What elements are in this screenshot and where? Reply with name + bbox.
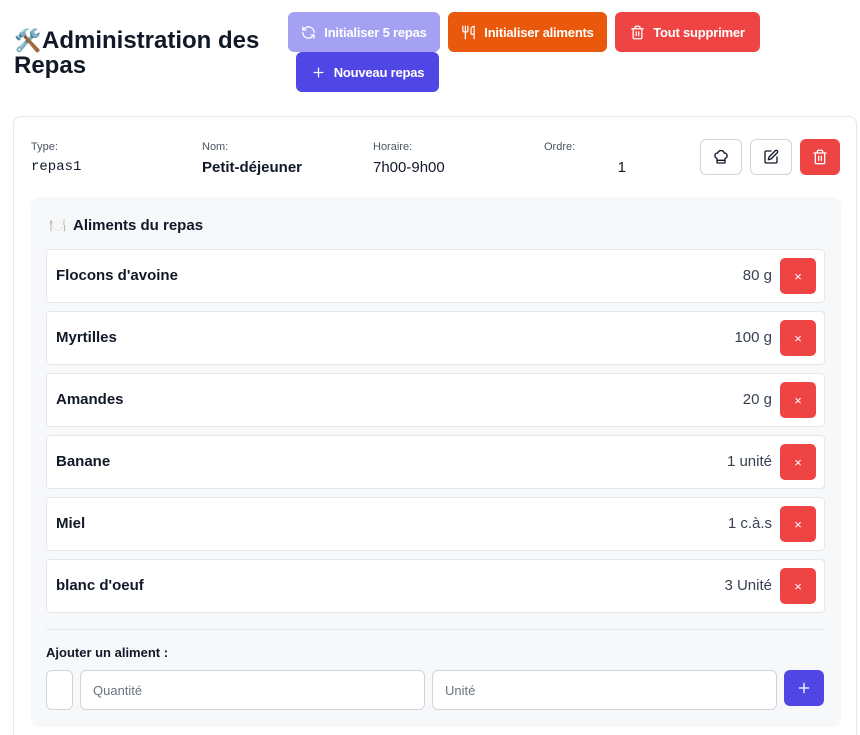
refresh-icon: [302, 25, 316, 39]
meal-order-label: Ordre:: [544, 141, 576, 153]
meal-order: Ordre: 1: [544, 141, 626, 176]
plate-icon: 🍽️: [49, 217, 67, 233]
remove-food-button[interactable]: ×: [780, 506, 816, 542]
new-meal-label: Nouveau repas: [333, 64, 425, 80]
delete-all-button[interactable]: Tout supprimer: [615, 12, 760, 52]
plus-icon: [798, 682, 810, 694]
meal-name-label: Nom:: [202, 141, 229, 153]
food-qty: 20 g: [742, 391, 772, 408]
chef-hat-icon: [714, 149, 728, 164]
meal-type: Type: repas1: [31, 141, 81, 175]
food-qty: 3 Unité: [724, 577, 772, 594]
plus-icon: [313, 67, 324, 77]
chef-button[interactable]: [700, 139, 742, 175]
trash-icon: [631, 25, 644, 39]
init-foods-button[interactable]: Initialiser aliments: [448, 12, 607, 52]
food-select[interactable]: [46, 670, 73, 710]
meal-card: Type: repas1 Nom: Petit-déjeuner Horaire…: [13, 116, 857, 735]
meal-type-value: repas1: [31, 159, 82, 175]
food-qty: 100 g: [734, 329, 772, 346]
edit-meal-button[interactable]: [750, 139, 792, 175]
food-row: Myrtilles 100 g ×: [46, 311, 825, 365]
meal-name: Nom: Petit-déjeuner: [202, 141, 302, 176]
food-name: Amandes: [56, 391, 124, 408]
meal-schedule: Horaire: 7h00-9h00: [373, 141, 445, 176]
food-row: Banane 1 unité ×: [46, 435, 825, 489]
tools-icon: 🛠️: [14, 28, 42, 53]
meal-order-value: 1: [617, 159, 626, 176]
food-qty: 80 g: [742, 267, 772, 284]
meal-schedule-label: Horaire:: [373, 141, 413, 153]
foods-panel: 🍽️ Aliments du repas Flocons d'avoine 80 …: [31, 197, 841, 727]
utensils-icon: [462, 25, 476, 39]
add-food-label: Ajouter un aliment :: [46, 645, 169, 660]
quantity-input[interactable]: [80, 670, 425, 710]
meal-schedule-value: 7h00-9h00: [373, 159, 445, 176]
remove-food-button[interactable]: ×: [780, 320, 816, 356]
delete-meal-button[interactable]: [800, 139, 840, 175]
page-title: 🛠️Administration des Repas: [14, 28, 284, 78]
delete-all-label: Tout supprimer: [653, 24, 745, 40]
remove-food-button[interactable]: ×: [780, 258, 816, 294]
remove-food-button[interactable]: ×: [780, 444, 816, 480]
foods-title-text: Aliments du repas: [73, 217, 204, 234]
meal-name-value: Petit-déjeuner: [202, 159, 303, 176]
unit-input[interactable]: [432, 670, 777, 710]
remove-food-button[interactable]: ×: [780, 568, 816, 604]
food-row: blanc d'oeuf 3 Unité ×: [46, 559, 825, 613]
init-meals-label: Initialiser 5 repas: [324, 24, 427, 40]
food-name: Flocons d'avoine: [56, 267, 178, 284]
init-meals-button[interactable]: Initialiser 5 repas: [288, 12, 440, 52]
remove-food-button[interactable]: ×: [780, 382, 816, 418]
food-row: Amandes 20 g ×: [46, 373, 825, 427]
food-qty: 1 c.à.s: [727, 515, 772, 532]
init-foods-label: Initialiser aliments: [484, 24, 594, 40]
food-row: Miel 1 c.à.s ×: [46, 497, 825, 551]
page-title-text: Administration des Repas: [14, 27, 260, 79]
add-food-button[interactable]: [784, 670, 824, 706]
foods-title: 🍽️ Aliments du repas: [49, 217, 203, 234]
meal-type-label: Type:: [31, 141, 58, 153]
edit-icon: [764, 149, 779, 164]
trash-icon: [813, 149, 827, 165]
food-name: Banane: [56, 453, 111, 470]
food-name: Miel: [56, 515, 86, 532]
new-meal-button[interactable]: Nouveau repas: [296, 52, 439, 92]
food-name: Myrtilles: [56, 329, 117, 346]
food-row: Flocons d'avoine 80 g ×: [46, 249, 825, 303]
food-qty: 1 unité: [726, 453, 772, 470]
divider: [46, 629, 825, 630]
food-name: blanc d'oeuf: [56, 577, 144, 594]
